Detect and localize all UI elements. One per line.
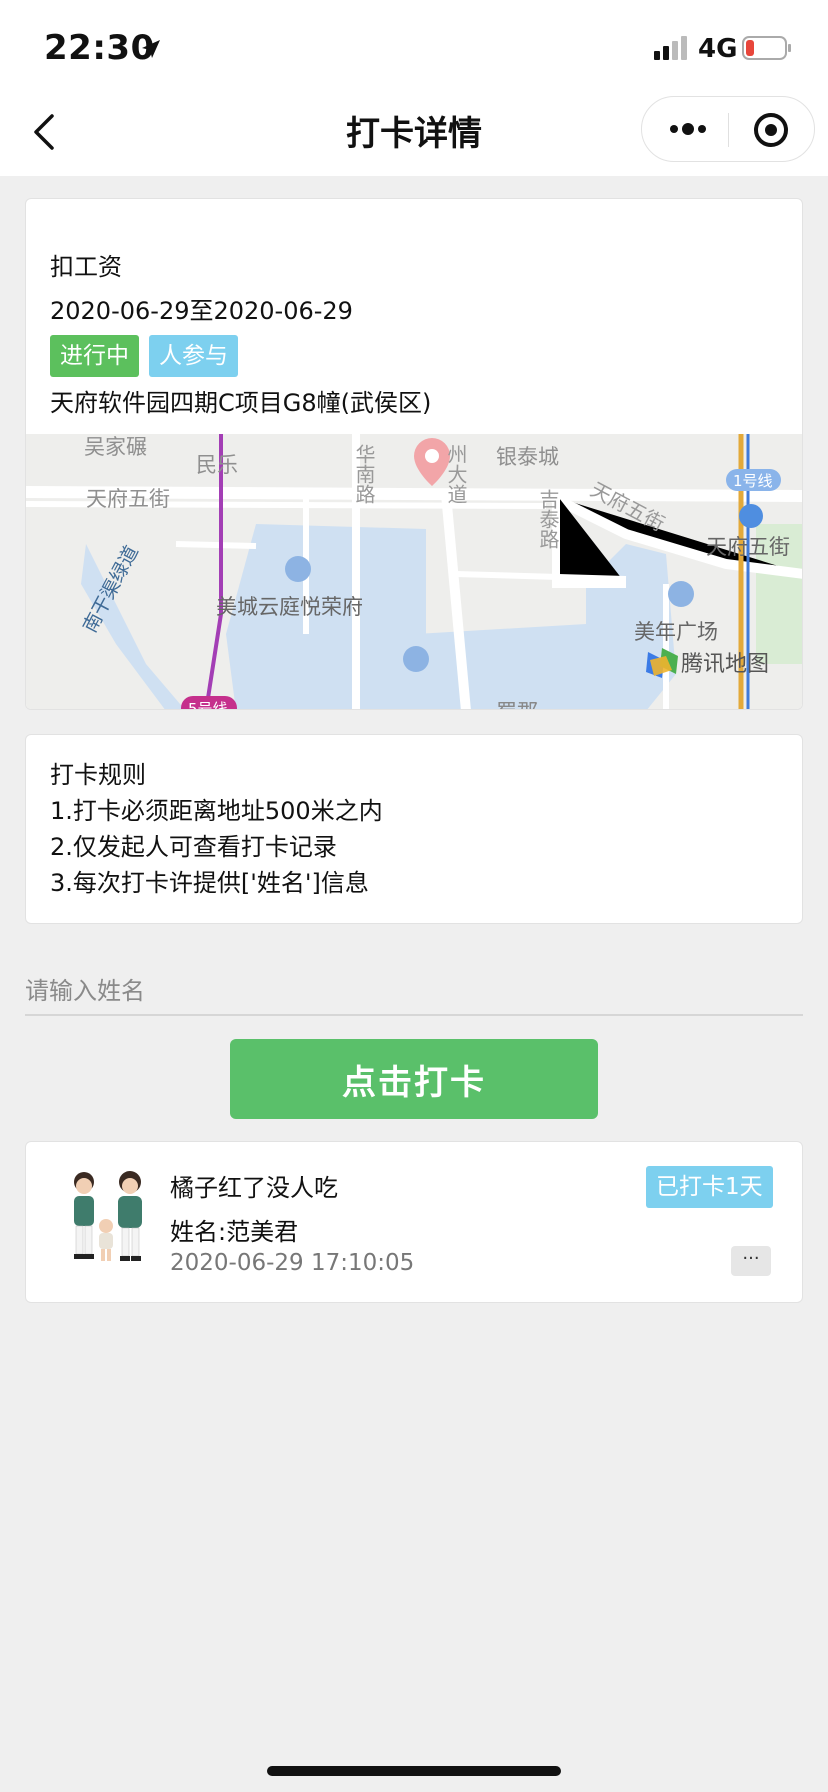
- home-indicator[interactable]: [267, 1766, 561, 1776]
- metro-line-1-label: 1号线: [733, 472, 773, 490]
- close-target-icon[interactable]: [753, 112, 789, 148]
- record-nickname: 橘子红了没人吃: [170, 1174, 338, 1202]
- map-label: 吉泰路: [536, 489, 560, 549]
- name-input[interactable]: [25, 968, 803, 1016]
- checkin-days-badge: 已打卡1天: [646, 1166, 773, 1208]
- status-bar: 22:30 4G: [0, 0, 828, 88]
- task-title: 扣工资: [50, 253, 122, 281]
- map-label: 银泰城: [496, 445, 559, 469]
- record-time: 2020-06-29 17:10:05: [170, 1250, 415, 1276]
- network-type: 4G: [698, 34, 738, 64]
- checkin-button[interactable]: 点击打卡: [230, 1039, 598, 1119]
- checkin-record: 橘子红了没人吃 姓名:范美君 2020-06-29 17:10:05 已打卡1天…: [25, 1141, 803, 1303]
- task-info-card: 吴家碾 民乐 银泰城 天府五街 天府五街 美城云庭悦荣府 美年广场 蜀郡 华南路…: [25, 198, 803, 710]
- capsule-divider: [728, 113, 729, 147]
- record-more-button[interactable]: ···: [731, 1246, 771, 1276]
- nav-bar: 打卡详情: [0, 88, 828, 176]
- rules-card: 打卡规则 1.打卡必须距离地址500米之内 2.仅发起人可查看打卡记录 3.每次…: [25, 734, 803, 924]
- rule-item: 2.仅发起人可查看打卡记录: [50, 833, 337, 861]
- task-address: 天府软件园四期C项目G8幢(武侯区): [50, 389, 432, 417]
- rule-item: 1.打卡必须距离地址500米之内: [50, 797, 383, 825]
- status-time: 22:30: [44, 28, 155, 68]
- avatar: [56, 1164, 156, 1274]
- map-label: 蜀郡: [496, 700, 538, 710]
- rules-title: 打卡规则: [50, 761, 146, 789]
- task-date-range: 2020-06-29至2020-06-29: [50, 297, 353, 325]
- map-label: 美年广场: [634, 620, 718, 644]
- miniprogram-capsule: [641, 96, 815, 162]
- map-label: 华南路: [352, 444, 376, 504]
- participants-badge: 人参与: [149, 335, 238, 377]
- location-arrow-icon: [142, 40, 160, 58]
- map-label: 民乐: [196, 453, 238, 477]
- task-tags: 进行中 人参与: [50, 335, 431, 377]
- battery-icon: [742, 36, 791, 60]
- task-info: 扣工资 2020-06-29至2020-06-29 进行中 人参与 天府软件园四…: [50, 245, 431, 425]
- map-label: 天府五街: [86, 487, 170, 511]
- map-label: 美城云庭悦荣府: [216, 595, 363, 619]
- map-attribution: 腾讯地图: [681, 652, 769, 677]
- rule-item: 3.每次打卡许提供['姓名']信息: [50, 869, 369, 897]
- location-map[interactable]: 吴家碾 民乐 银泰城 天府五街 天府五街 美城云庭悦荣府 美年广场 蜀郡 华南路…: [26, 434, 803, 710]
- metro-line-5-label: 5号线: [188, 700, 228, 710]
- status-badge: 进行中: [50, 335, 139, 377]
- map-label: 州大道: [444, 444, 468, 504]
- map-label: 天府五街: [706, 535, 790, 559]
- rules-list: 打卡规则 1.打卡必须距离地址500米之内 2.仅发起人可查看打卡记录 3.每次…: [50, 757, 383, 901]
- signal-icon: [654, 36, 687, 60]
- map-label: 吴家碾: [84, 435, 147, 459]
- more-dots-icon[interactable]: [668, 119, 708, 139]
- record-name: 姓名:范美君: [170, 1218, 299, 1246]
